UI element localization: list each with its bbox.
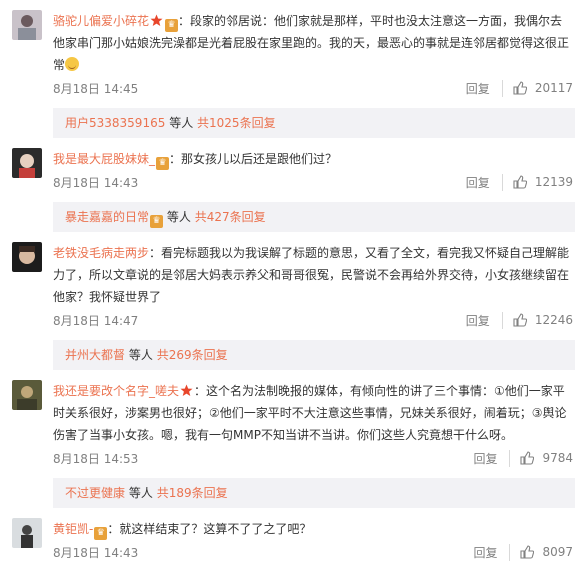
emoji-icon [65,57,80,71]
like-button[interactable]: 9784 [510,451,573,465]
avatar[interactable] [12,242,42,272]
thumbs-up-icon [513,81,527,95]
avatar[interactable] [12,380,42,410]
like-count: 12139 [534,175,573,189]
thumbs-up-icon [520,545,535,559]
like-button[interactable]: 8097 [510,545,573,559]
member-crown-icon: ♛ [156,157,170,170]
sub-replies-bar[interactable]: 暴走嘉嘉的日常 ♛ 等人 共427条回复 [53,202,575,232]
sub-reply-count[interactable]: 共189条回复 [157,486,228,500]
like-count: 12246 [534,313,573,327]
reply-button[interactable]: 回复 [454,79,503,97]
thumbs-up-icon [513,313,527,327]
like-button[interactable]: 12139 [503,175,573,189]
like-count: 9784 [542,451,573,465]
reply-button[interactable]: 回复 [461,543,511,561]
comment-time: 8月18日 14:47 [53,313,139,328]
comment-item: 我是最大屁股妹妹_ ♛ ：那女孩儿以后还是跟他们过？ 8月18日 14:43 回复 … [0,138,587,232]
sub-replies-bar[interactable]: 并州大都督 等人 共269条回复 [53,340,575,370]
star-icon [150,12,163,26]
comment-item: 老铁没毛病走两步：看完标题我以为我误解了标题的意思，又看了全文，看完我又怀疑自己… [0,232,587,370]
comment-time: 8月18日 14:43 [53,175,139,190]
sub-reply-others: 等人 [128,348,153,362]
star-icon [180,382,193,396]
thumbs-up-icon [520,451,535,465]
comment-item: 黄钜凯- ♛ ：就这样结束了？这算不了了之了吧？ 8月18日 14:43 回复 80… [0,508,587,564]
avatar[interactable] [12,518,42,548]
sub-replies-bar[interactable]: 用户5338359165 等人 共1025条回复 [53,108,575,138]
sub-replies-bar[interactable]: 不过更健康 等人 共189条回复 [53,478,575,508]
sub-reply-count[interactable]: 共427条回复 [195,210,266,224]
reply-button[interactable]: 回复 [461,449,511,467]
thumbs-up-icon [513,175,527,189]
sub-reply-others: 等人 [169,116,194,130]
like-button[interactable]: 12246 [503,313,573,327]
sub-reply-user[interactable]: 并州大都督 [65,348,125,362]
sub-reply-others: 等人 [128,486,153,500]
comment-username[interactable]: 骆驼儿偏爱小碎花 [53,14,149,28]
like-button[interactable]: 20117 [503,81,573,95]
avatar[interactable] [12,10,42,40]
sub-reply-count[interactable]: 共1025条回复 [197,116,276,130]
comment-username[interactable]: 我还是要改个名字_嗟夫 [53,384,179,398]
comment-item: 我还是要改个名字_嗟夫 ：这个名为法制晚报的媒体，有倾向性的讲了三个事情：①他们一… [0,370,587,508]
member-crown-icon: ♛ [150,215,164,228]
sub-reply-user[interactable]: 用户5338359165 [65,116,165,130]
sub-reply-user[interactable]: 暴走嘉嘉的日常 [65,210,149,224]
reply-button[interactable]: 回复 [454,311,503,329]
sub-reply-user[interactable]: 不过更健康 [65,486,125,500]
comment-time: 8月18日 14:43 [53,545,139,560]
comment-time: 8月18日 14:45 [53,81,139,96]
sub-reply-count[interactable]: 共269条回复 [157,348,228,362]
sub-reply-others: 等人 [166,210,191,224]
comment-username[interactable]: 我是最大屁股妹妹_ [53,152,155,166]
comment-text: 就这样结束了？这算不了了之了吧？ [119,522,312,536]
member-crown-icon: ♛ [94,527,108,540]
comment-time: 8月18日 14:53 [53,451,139,466]
member-crown-icon: ♛ [165,19,179,32]
avatar[interactable] [12,148,42,178]
like-count: 8097 [542,545,573,559]
comment-username[interactable]: 黄钜凯- [53,522,93,536]
comment-item: 骆驼儿偏爱小碎花 ♛ ：段家的邻居说：他们家就是那样，平时也没太注意这一方面，我偶尔… [0,0,587,138]
reply-button[interactable]: 回复 [454,173,503,191]
comment-text: 那女孩儿以后还是跟他们过？ [181,152,338,166]
comment-username[interactable]: 老铁没毛病走两步 [53,246,149,260]
like-count: 20117 [534,81,573,95]
